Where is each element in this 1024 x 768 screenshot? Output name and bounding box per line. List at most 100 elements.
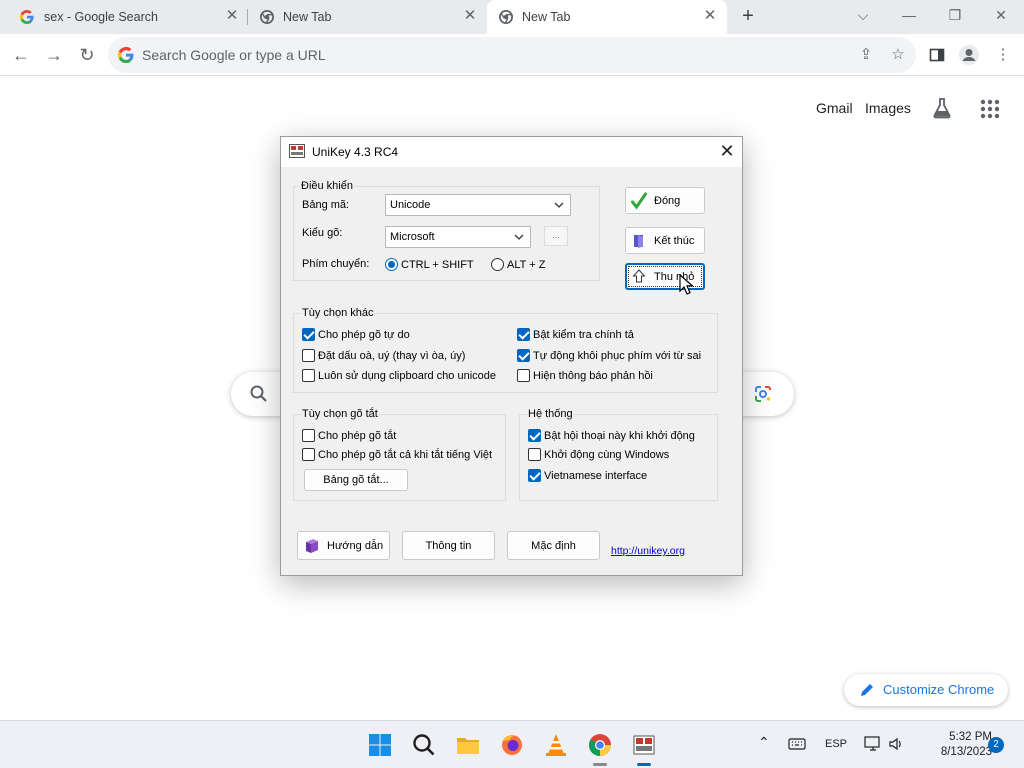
info-button[interactable]: Thông tin <box>402 531 495 560</box>
window-close-icon[interactable]: ✕ <box>989 4 1013 26</box>
macro-when-off-checkbox[interactable] <box>302 448 315 461</box>
new-tab-plus-icon[interactable]: + <box>738 6 758 26</box>
tab-close-icon[interactable]: ✕ <box>702 8 718 24</box>
auto-restore-label: Tự động khôi phục phím với từ sai <box>533 350 702 362</box>
reload-icon[interactable]: ↻ <box>76 44 98 66</box>
input-language-indicator[interactable]: ESP <box>825 738 847 750</box>
tab-close-icon[interactable]: ✕ <box>462 8 478 24</box>
chrome-icon <box>499 10 513 24</box>
free-typing-checkbox[interactable] <box>302 328 315 341</box>
macro-when-off-label: Cho phép gõ tắt cả khi tắt tiếng Việt <box>318 449 493 461</box>
modern-tone-label: Đặt dấu oà, uý (thay vì òa, úy) <box>318 350 466 362</box>
close-dialog-label: Đóng <box>654 194 681 207</box>
windows-taskbar: ⌃ ESP 5:32 PM 8/13/2023 2 <box>0 720 1024 768</box>
network-icon[interactable] <box>864 736 882 752</box>
show-feedback-checkbox[interactable] <box>517 369 530 382</box>
forward-arrow-icon[interactable]: → <box>43 44 65 66</box>
tab-google-search[interactable]: sex - Google Search ✕ <box>0 0 246 34</box>
dialog-titlebar[interactable]: UniKey 4.3 RC4 ✕ <box>281 137 742 167</box>
unikey-dialog: UniKey 4.3 RC4 ✕ Điều khiển Bảng mã: Uni… <box>280 136 743 576</box>
google-apps-grid-icon[interactable] <box>980 99 1000 119</box>
auto-restore-checkbox[interactable] <box>517 349 530 362</box>
tab-close-icon[interactable]: ✕ <box>224 8 240 24</box>
show-on-startup-label: Bật hội thoại này khi khởi động <box>544 430 695 442</box>
switch-ctrl-shift-label: CTRL + SHIFT <box>401 259 474 271</box>
help-label: Hướng dẫn <box>327 539 384 552</box>
tray-overflow-chevron-icon[interactable]: ⌃ <box>758 734 770 751</box>
clock-time: 5:32 PM <box>949 731 992 743</box>
google-g-icon <box>118 47 134 63</box>
input-method-select[interactable]: Microsoft <box>385 226 531 248</box>
unikey-website-link[interactable]: http://unikey.org <box>611 545 685 557</box>
spell-check-label: Bật kiểm tra chính tả <box>533 329 634 341</box>
other-options-label: Tùy chọn khác <box>301 307 375 319</box>
google-lens-icon[interactable] <box>753 384 773 404</box>
switch-alt-z-label: ALT + Z <box>507 259 546 271</box>
default-label: Mặc định <box>531 539 576 552</box>
enable-macro-label: Cho phép gõ tắt <box>318 430 397 442</box>
tab-new-tab[interactable]: New Tab ✕ <box>248 0 486 34</box>
gmail-link[interactable]: Gmail <box>816 100 853 116</box>
start-with-windows-checkbox[interactable] <box>528 448 541 461</box>
omnibox[interactable]: Search Google or type a URL <box>108 37 916 73</box>
input-method-label: Kiểu gõ: <box>302 227 343 239</box>
chevron-down-icon <box>514 234 524 240</box>
unikey-active-indicator <box>637 763 651 766</box>
back-arrow-icon[interactable]: ← <box>10 44 32 66</box>
menu-kebab-icon[interactable]: ⋮ <box>992 44 1014 66</box>
omnibox-placeholder: Search Google or type a URL <box>142 47 326 63</box>
show-feedback-label: Hiện thông báo phản hồi <box>533 370 653 382</box>
macro-table-button[interactable]: Bảng gõ tắt... <box>304 469 408 491</box>
help-button[interactable]: Hướng dẫn <box>297 531 390 560</box>
charset-label: Bảng mã: <box>302 199 350 211</box>
enable-macro-checkbox[interactable] <box>302 429 315 442</box>
share-icon[interactable]: ⇪ <box>855 44 877 66</box>
chevron-down-icon <box>554 202 564 208</box>
switch-alt-z-radio[interactable] <box>491 258 504 271</box>
macro-table-label: Bảng gõ tắt... <box>323 474 389 486</box>
controls-group-label: Điều khiển <box>300 180 354 192</box>
default-button[interactable]: Mặc định <box>507 531 600 560</box>
notification-count-badge[interactable]: 2 <box>988 737 1004 753</box>
bookmark-star-icon[interactable]: ☆ <box>887 44 909 66</box>
close-dialog-button[interactable]: Đóng <box>625 187 705 214</box>
file-explorer-icon[interactable] <box>454 731 482 759</box>
clipboard-unicode-label: Luôn sử dụng clipboard cho unicode <box>318 370 496 382</box>
charset-select[interactable]: Unicode <box>385 194 571 216</box>
dialog-close-icon[interactable]: ✕ <box>717 141 737 161</box>
system-clock[interactable]: 5:32 PM 8/13/2023 <box>912 730 992 760</box>
switch-key-label: Phím chuyển: <box>302 258 370 270</box>
labs-flask-icon[interactable] <box>930 96 954 120</box>
tab-search-chevron-icon[interactable]: ⌵ <box>851 4 875 26</box>
unikey-taskbar-icon[interactable] <box>630 731 658 759</box>
exit-button[interactable]: Kết thúc <box>625 227 705 254</box>
clipboard-unicode-checkbox[interactable] <box>302 369 315 382</box>
images-link[interactable]: Images <box>865 100 911 116</box>
windows-start-icon[interactable] <box>366 731 394 759</box>
keyboard-icon[interactable] <box>788 737 806 751</box>
firefox-icon[interactable] <box>498 731 526 759</box>
chrome-taskbar-icon[interactable] <box>586 731 614 759</box>
chrome-running-indicator <box>593 763 607 766</box>
switch-ctrl-shift-radio[interactable] <box>385 258 398 271</box>
show-on-startup-checkbox[interactable] <box>528 429 541 442</box>
minimize-to-tray-button[interactable]: Thu nhỏ <box>625 263 705 290</box>
tab-new-tab-active[interactable]: New Tab ✕ <box>487 0 727 34</box>
modern-tone-checkbox[interactable] <box>302 349 315 362</box>
unikey-app-icon <box>289 144 305 158</box>
chrome-icon <box>260 10 274 24</box>
start-with-windows-label: Khởi động cùng Windows <box>544 449 670 461</box>
side-panel-icon[interactable] <box>926 44 948 66</box>
profile-avatar-icon[interactable] <box>958 44 980 66</box>
input-method-more-button[interactable]: ... <box>544 226 568 246</box>
speaker-volume-icon[interactable] <box>888 736 904 752</box>
window-minimize-icon[interactable]: — <box>897 4 921 26</box>
macro-options-label: Tùy chọn gõ tắt <box>301 408 379 420</box>
vlc-icon[interactable] <box>542 731 570 759</box>
customize-chrome-button[interactable]: Customize Chrome <box>844 674 1008 706</box>
mouse-cursor-icon <box>679 274 693 295</box>
window-restore-icon[interactable]: ❐ <box>943 4 967 26</box>
vietnamese-interface-checkbox[interactable] <box>528 469 541 482</box>
taskbar-search-icon[interactable] <box>410 731 438 759</box>
spell-check-checkbox[interactable] <box>517 328 530 341</box>
